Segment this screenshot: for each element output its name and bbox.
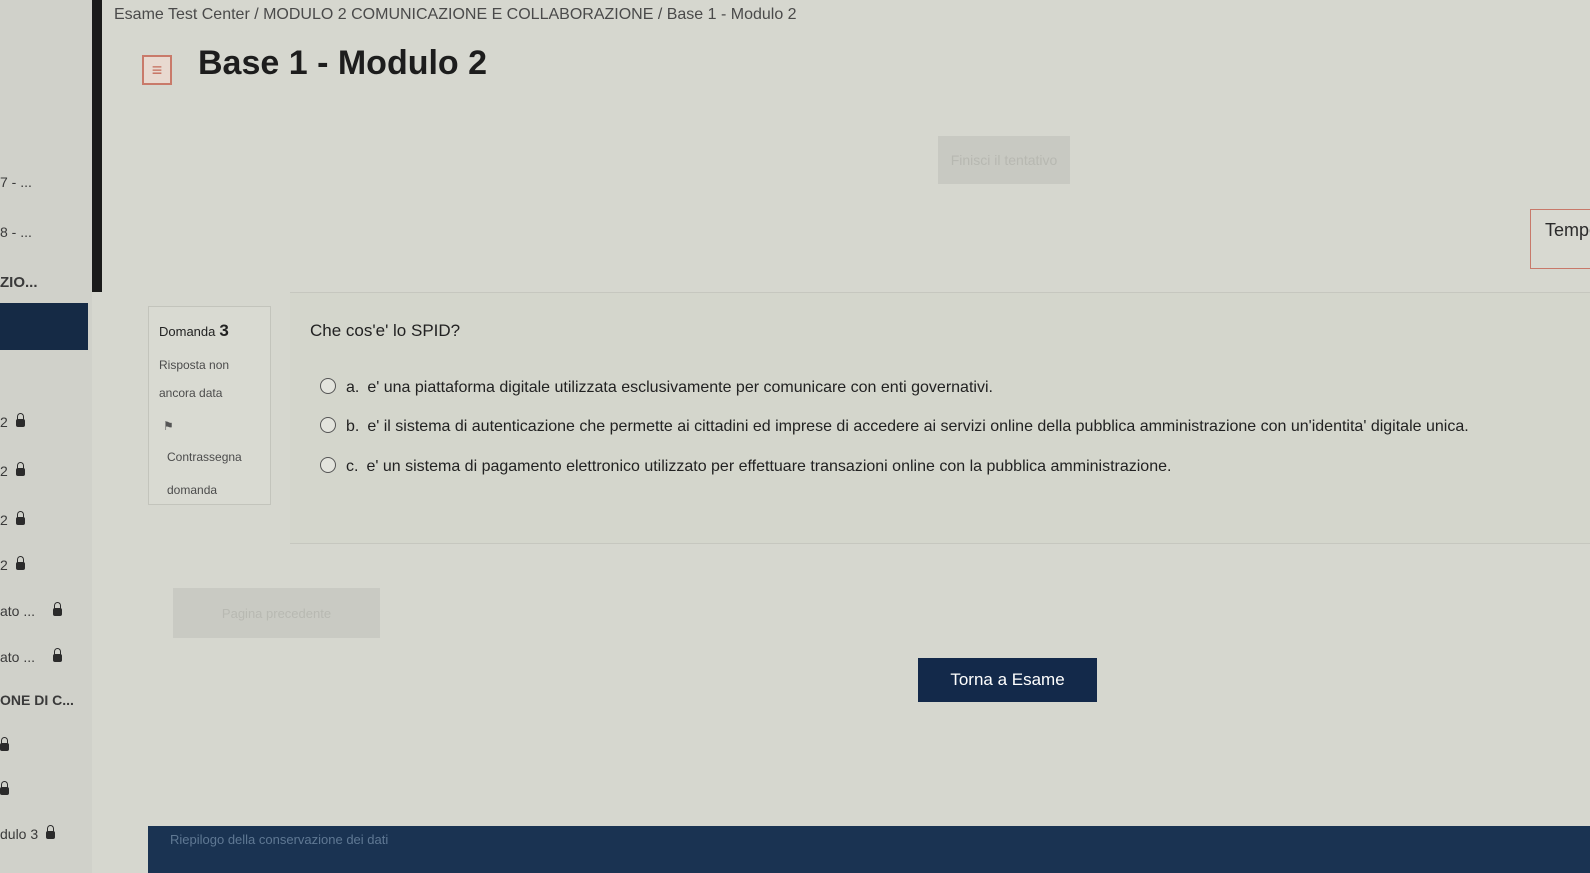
flag-icon[interactable]: ⚑	[163, 419, 174, 433]
sidebar: 7 - ... 8 - ... ZIO... 2 2 2 2 ato ... a…	[0, 0, 92, 873]
lock-icon	[15, 511, 25, 525]
question-status: Risposta non ancora data	[159, 358, 230, 400]
radio-button[interactable]	[320, 417, 336, 433]
sidebar-section-label[interactable]: ZIO...	[0, 274, 38, 291]
sidebar-item[interactable]: ato ...	[0, 602, 63, 619]
timer-box: Tempo	[1530, 209, 1590, 269]
data-retention-link[interactable]: Riepilogo della conservazione dei dati	[170, 832, 388, 847]
quiz-icon: ≡	[142, 55, 172, 85]
page-title: Base 1 - Modulo 2	[198, 44, 488, 82]
sidebar-item[interactable]	[0, 781, 9, 798]
lock-icon	[53, 602, 63, 616]
question-number: Domanda 3	[159, 321, 229, 340]
timer-label: Tempo	[1545, 220, 1590, 240]
footer: Riepilogo della conservazione dei dati	[148, 826, 1590, 873]
sidebar-section-label[interactable]: ONE DI C...	[0, 692, 74, 708]
lock-icon	[15, 556, 25, 570]
finish-attempt-button[interactable]: Finisci il tentativo	[938, 136, 1070, 184]
sidebar-item[interactable]: ato ...	[0, 648, 63, 665]
lock-icon	[53, 648, 63, 662]
breadcrumb[interactable]: Esame Test Center / MODULO 2 COMUNICAZIO…	[114, 6, 797, 24]
lock-icon	[0, 781, 9, 795]
lock-icon	[46, 825, 56, 839]
sidebar-item[interactable]: 2	[0, 556, 25, 573]
question-info-panel: Domanda 3 Risposta non ancora data ⚑ Cont…	[148, 306, 271, 505]
sidebar-item-active[interactable]	[0, 303, 88, 350]
radio-button[interactable]	[320, 457, 336, 473]
flag-question-link[interactable]: Contrassegna domanda	[167, 441, 267, 507]
radio-button[interactable]	[320, 378, 336, 394]
question-text: Che cos'e' lo SPID?	[310, 321, 461, 340]
answer-option-a[interactable]: a. e' una piattaforma digitale utilizzata…	[320, 378, 993, 397]
sidebar-item[interactable]	[0, 737, 9, 754]
sidebar-item[interactable]: 8 - ...	[0, 224, 32, 240]
back-to-exam-button[interactable]: Torna a Esame	[918, 658, 1097, 702]
question-content: Che cos'e' lo SPID? a. e' una piattaforma…	[290, 292, 1590, 544]
sidebar-item[interactable]: dulo 3	[0, 825, 56, 842]
lock-icon	[15, 413, 25, 427]
answer-option-c[interactable]: c. e' un sistema di pagamento elettronico…	[320, 457, 1171, 476]
sidebar-item[interactable]: 2	[0, 413, 25, 430]
sidebar-item[interactable]: 2	[0, 511, 25, 528]
sidebar-divider	[92, 0, 102, 292]
answer-option-b[interactable]: b. e' il sistema di autenticazione che pe…	[320, 417, 1469, 436]
lock-icon	[15, 462, 25, 476]
sidebar-item[interactable]: 7 - ...	[0, 174, 32, 190]
previous-page-button[interactable]: Pagina precedente	[173, 588, 380, 638]
lock-icon	[0, 737, 9, 751]
sidebar-item[interactable]: 2	[0, 462, 25, 479]
